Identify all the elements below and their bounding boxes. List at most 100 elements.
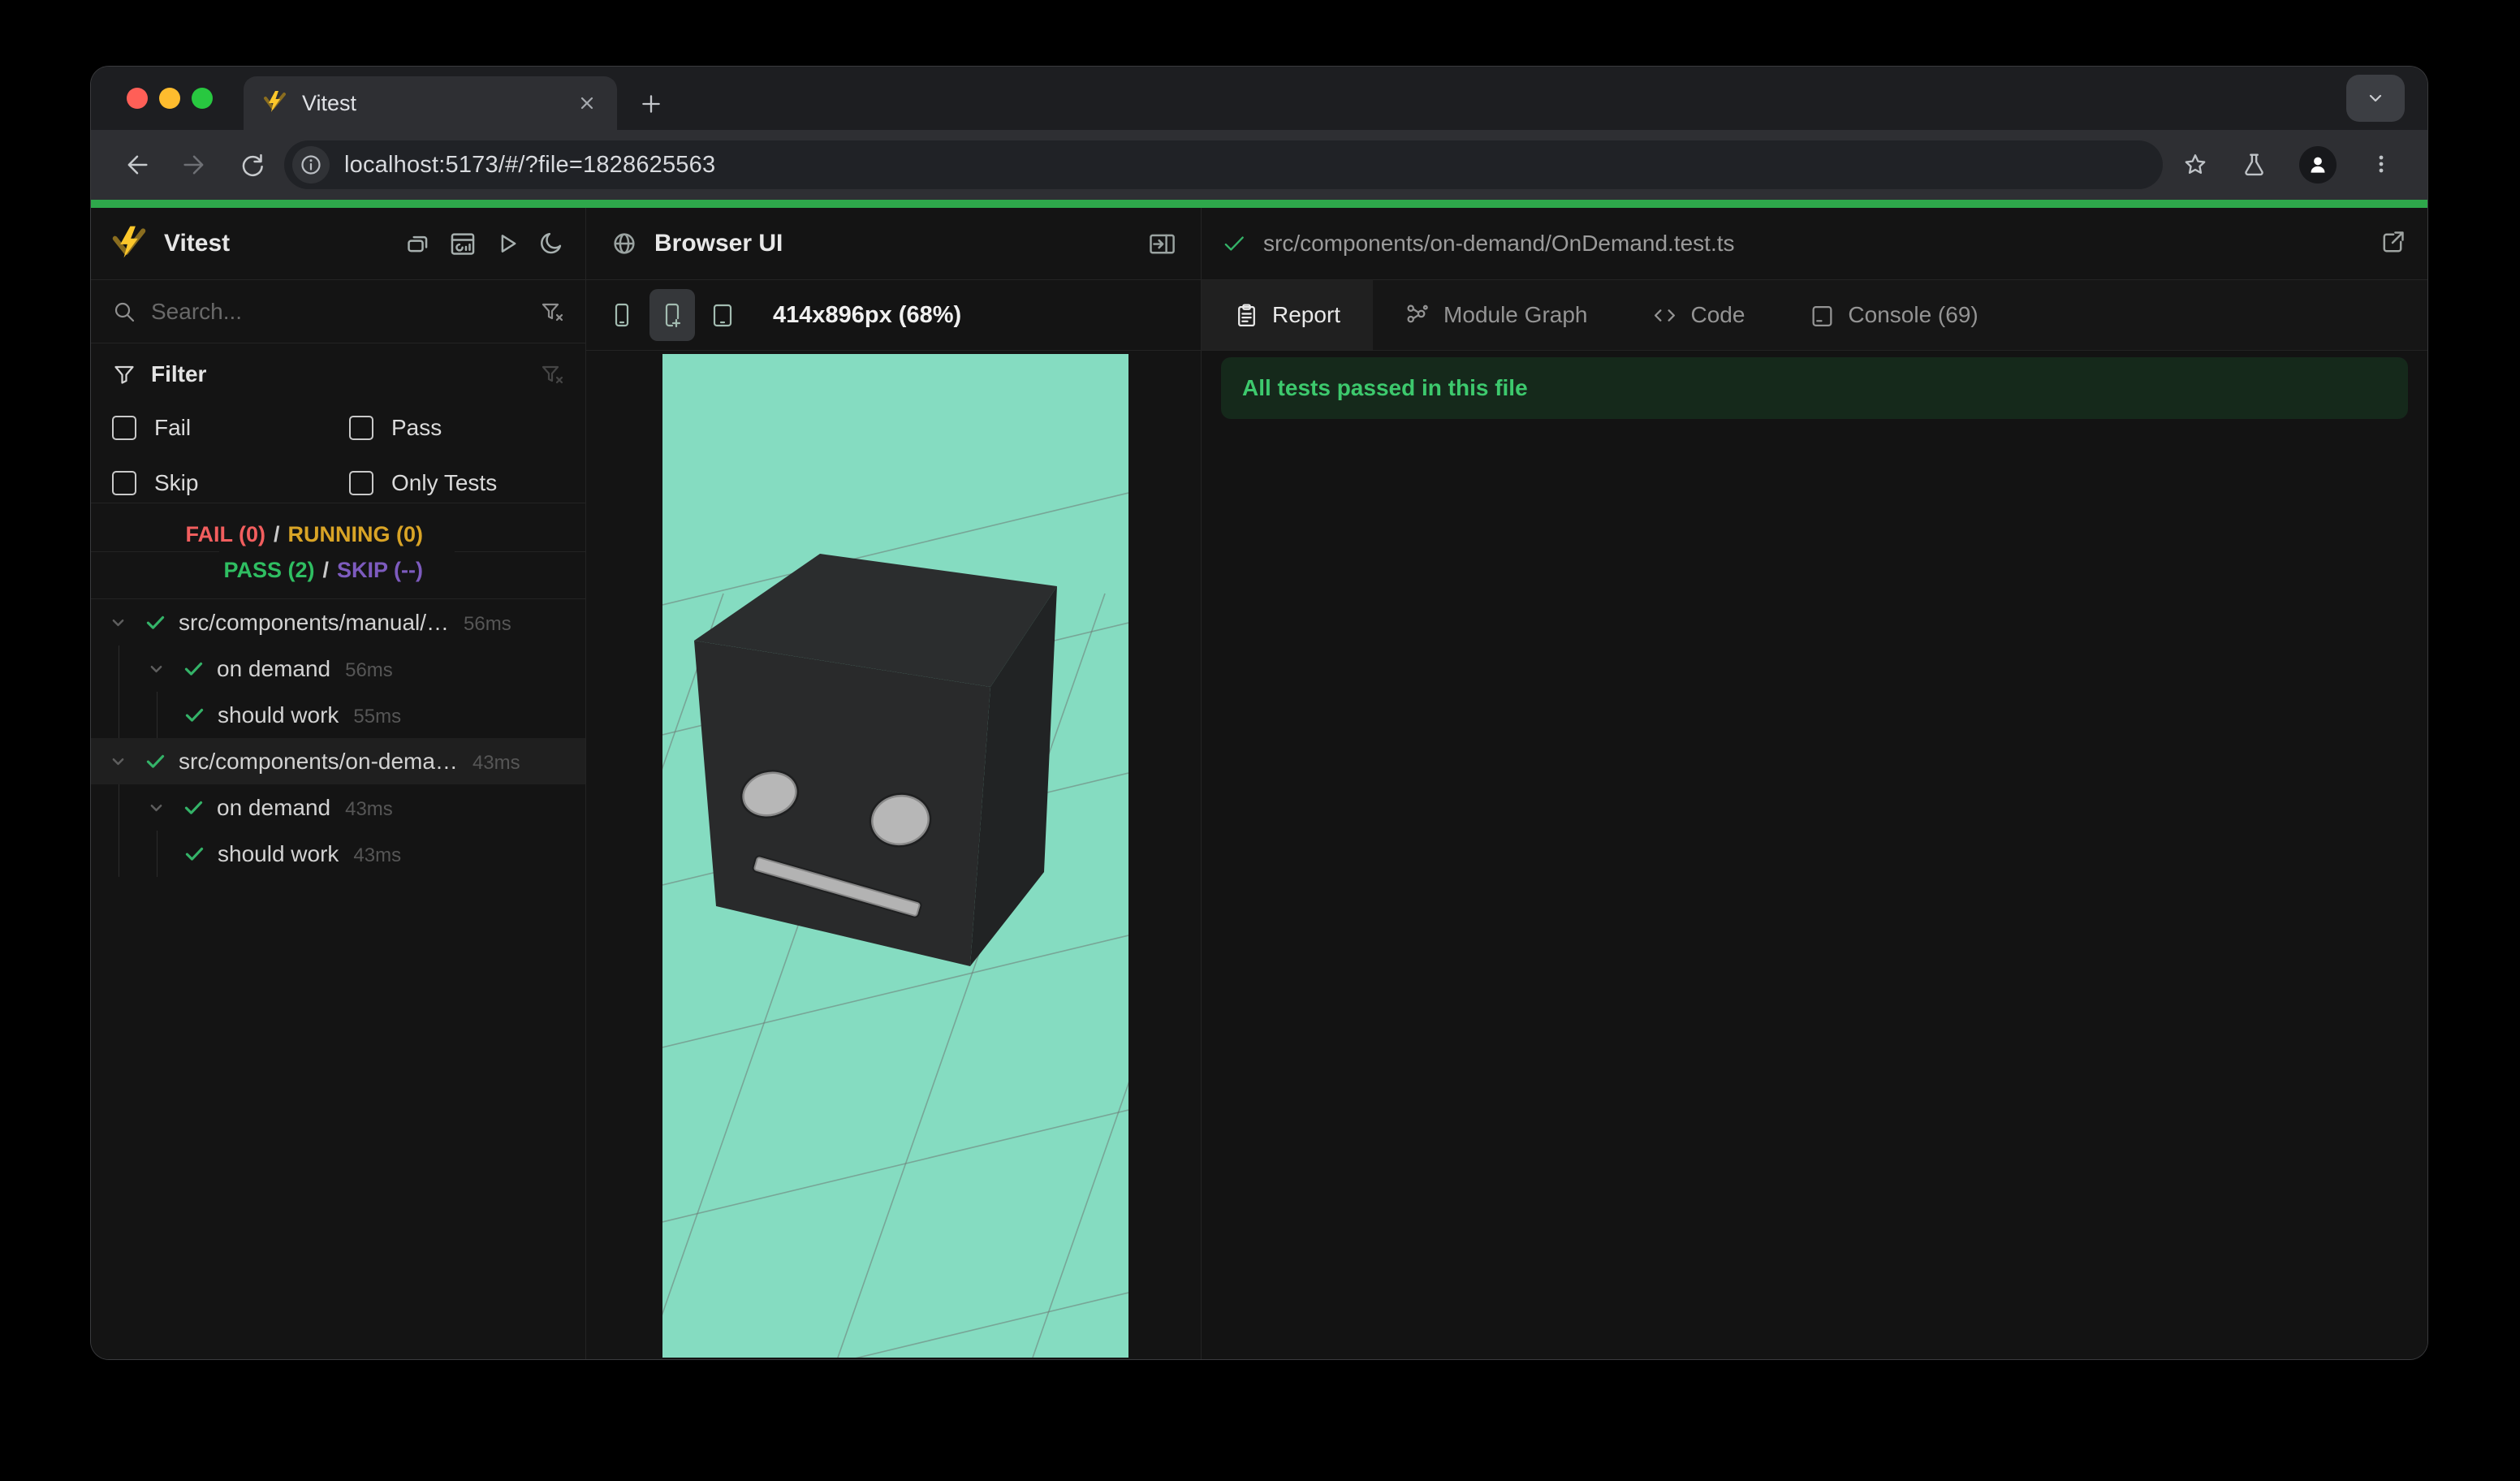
filter-options: Fail Pass Skip Only Tests [112, 415, 564, 496]
dark-mode-moon-icon[interactable] [537, 230, 564, 257]
device-tablet-button[interactable] [700, 289, 745, 341]
filter-checkbox-only-tests[interactable]: Only Tests [349, 470, 564, 496]
test-duration: 55ms [353, 705, 402, 728]
site-info-icon[interactable] [292, 146, 330, 184]
profile-avatar[interactable] [2299, 146, 2337, 184]
chevron-down-icon[interactable] [137, 784, 175, 831]
test-duration: 56ms [345, 658, 393, 681]
pass-check-icon [175, 784, 212, 831]
all-tests-passed-banner: All tests passed in this file [1221, 357, 2408, 419]
tablet-icon [713, 304, 732, 327]
tab-report[interactable]: Report [1202, 280, 1374, 350]
tab-close-icon[interactable] [575, 91, 599, 115]
banner-text: All tests passed in this file [1242, 375, 1528, 400]
url-text[interactable]: localhost:5173/#/?file=1828625563 [344, 152, 715, 179]
sidebar-actions [405, 230, 566, 257]
tab-module-graph[interactable]: Module Graph [1373, 280, 1620, 350]
pass-check-icon [136, 599, 174, 646]
clear-search-filter-icon[interactable] [540, 300, 564, 324]
open-external-icon[interactable] [2379, 229, 2408, 258]
indent-guide [99, 646, 137, 692]
pass-check-icon [136, 738, 174, 784]
filter-checkbox-pass[interactable]: Pass [349, 415, 564, 441]
vitest-progress-bar [91, 200, 2427, 208]
pass-count: PASS (2) [223, 558, 315, 582]
chevron-down-icon[interactable] [99, 738, 136, 784]
pass-check-icon [175, 646, 212, 692]
tree-test-row[interactable]: on demand 56ms [91, 646, 585, 692]
phone-plus-icon [665, 303, 681, 328]
browser-tab-vitest[interactable]: Vitest [244, 76, 617, 130]
forward-icon[interactable] [180, 151, 208, 179]
pass-check-icon [175, 692, 213, 738]
tab-console[interactable]: Console (69) [1777, 280, 2010, 350]
browser-ui-panel: Browser UI 414x896px (68%) [455, 208, 1301, 1359]
console-icon [1812, 305, 1832, 326]
vitest-ui: Vitest Search... Filter Fail Pass Skip O… [91, 208, 2427, 1359]
test-duration: 43ms [472, 751, 520, 774]
test-tree: src/components/manual/… 56ms on demand 56ms… [91, 598, 585, 1359]
browser-window: Vitest localhost:5173/#/?file=1828625563 [91, 67, 2427, 1359]
checkbox-label: Pass [391, 415, 442, 440]
running-count: RUNNING (0) [287, 522, 424, 546]
browser-toolbar: localhost:5173/#/?file=1828625563 [91, 130, 2427, 200]
checkbox-label: Skip [154, 470, 199, 495]
viewport-area [455, 351, 1301, 1359]
robot-cube-scene [455, 492, 1301, 1359]
chevron-down-icon[interactable] [99, 599, 136, 646]
test-viewport[interactable] [455, 354, 1301, 1359]
dashboard-icon[interactable] [449, 230, 477, 257]
test-duration: 43ms [345, 797, 393, 820]
dock-panel-right-icon[interactable] [1147, 229, 1176, 258]
checkbox-box[interactable] [349, 416, 373, 440]
search-input[interactable] [151, 298, 525, 325]
filter-funnel-icon [114, 365, 134, 384]
run-all-icon[interactable] [493, 230, 520, 257]
clear-filters-icon[interactable] [540, 362, 564, 386]
checkbox-box[interactable] [112, 471, 136, 495]
chevron-down-icon[interactable] [137, 646, 175, 692]
cube-face-front [694, 641, 990, 966]
skip-count: SKIP (--) [337, 558, 423, 582]
tree-file-row[interactable]: src/components/manual/… 56ms [91, 599, 585, 646]
device-small-mobile-button[interactable] [599, 289, 645, 341]
tab-search-button[interactable] [2346, 75, 2405, 122]
device-toolbar: 414x896px (68%) [586, 280, 1201, 351]
fail-count: FAIL (0) [185, 522, 265, 546]
back-icon[interactable] [123, 151, 151, 179]
indent-guide [137, 831, 175, 877]
filter-checkbox-skip[interactable]: Skip [112, 470, 349, 496]
bookmark-star-icon[interactable] [2182, 152, 2208, 178]
zoom-window-button[interactable] [192, 88, 213, 109]
vitest-favicon-icon [261, 89, 287, 119]
tree-test-row[interactable]: should work 55ms [91, 692, 585, 738]
filter-panel: Filter Fail Pass Skip Only Tests [91, 343, 585, 503]
tree-test-row[interactable]: should work 43ms [91, 831, 585, 877]
tab-code[interactable]: Code [1620, 280, 1777, 350]
tree-test-row[interactable]: on demand 43ms [91, 784, 585, 831]
checkbox-label: Only Tests [391, 470, 498, 495]
report-icon [1238, 303, 1255, 326]
phone-icon [615, 303, 629, 327]
tab-strip: Vitest [91, 67, 2427, 130]
checkbox-box[interactable] [349, 471, 373, 495]
filter-checkbox-fail[interactable]: Fail [112, 415, 349, 441]
vitest-logo-icon [110, 223, 148, 265]
tree-file-row[interactable]: src/components/on-dema… 43ms [91, 738, 585, 784]
experiments-flask-icon[interactable] [2241, 152, 2267, 178]
collapse-panels-icon[interactable] [405, 230, 433, 257]
reload-icon[interactable] [237, 151, 265, 179]
test-name: src/components/manual/… [179, 609, 450, 635]
minimize-window-button[interactable] [159, 88, 180, 109]
address-bar[interactable]: localhost:5173/#/?file=1828625563 [284, 140, 2163, 189]
new-tab-button[interactable] [638, 91, 664, 117]
indent-guide [137, 692, 175, 738]
indent-guide [99, 784, 137, 831]
device-large-mobile-button[interactable] [649, 289, 695, 341]
close-window-button[interactable] [127, 88, 148, 109]
menu-kebab-icon[interactable] [2369, 152, 2395, 178]
checkbox-box[interactable] [112, 416, 136, 440]
sidebar: Vitest Search... Filter Fail Pass Skip O… [91, 208, 586, 1359]
indent-guide [99, 831, 137, 877]
test-duration: 43ms [353, 844, 402, 866]
